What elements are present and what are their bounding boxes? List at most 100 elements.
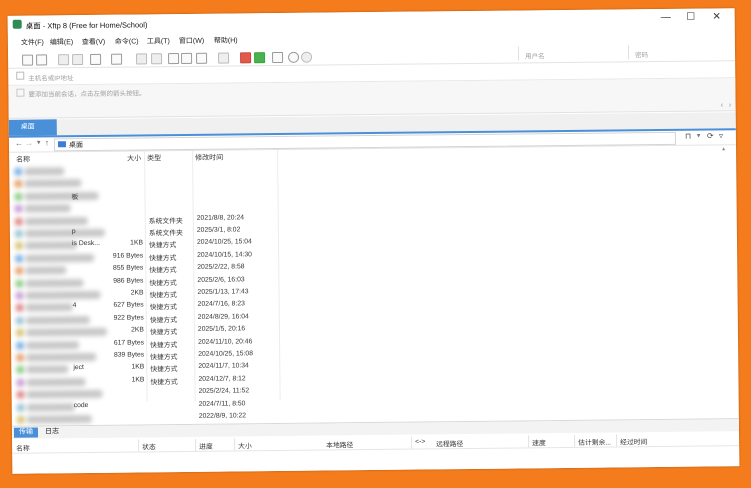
th-status[interactable]: 状态: [142, 441, 156, 451]
file-icon: [15, 279, 24, 288]
file-list: 板系统文件夹 2021/8/8, 20:24 p 系统文件夹 2025/3/1, 8:0…: [9, 163, 312, 426]
redacted-name: [26, 377, 86, 387]
file-size: 922 Bytes: [113, 314, 144, 322]
file-type: 快捷方式: [149, 267, 177, 275]
scroll-right-icon[interactable]: ›: [729, 100, 732, 109]
redacted-name: [25, 278, 84, 288]
back-icon[interactable]: ←: [15, 139, 23, 148]
forward-icon[interactable]: →: [25, 139, 33, 148]
header-divider: [411, 436, 413, 449]
paste-icon[interactable]: [181, 52, 193, 65]
file-icon: [16, 403, 25, 412]
menu-window[interactable]: 窗口(W): [179, 36, 204, 46]
tab-desktop-label: 桌面: [20, 123, 35, 131]
tab-desktop[interactable]: 桌面: [8, 119, 57, 136]
tab-log[interactable]: 日志: [40, 427, 64, 437]
file-modified: 2025/1/13, 17:43: [197, 288, 249, 296]
sync-icon[interactable]: ⟳: [707, 131, 714, 140]
xshell-icon[interactable]: [240, 52, 252, 64]
th-remote-path[interactable]: 远程路径: [436, 438, 463, 448]
view-mode-icon[interactable]: [196, 52, 208, 64]
settings-icon[interactable]: [272, 51, 284, 64]
disconnect-icon[interactable]: [72, 54, 84, 66]
info-icon[interactable]: [301, 51, 313, 63]
th-eta[interactable]: 估计剩余...: [578, 437, 611, 447]
file-icon: [16, 415, 25, 424]
menu-command[interactable]: 命令(C): [115, 36, 139, 46]
col-name[interactable]: 名称: [16, 155, 30, 165]
username-field[interactable]: 用户名: [517, 45, 630, 61]
xftp-icon[interactable]: [254, 52, 266, 64]
connect-icon[interactable]: [58, 54, 70, 66]
password-field[interactable]: 密码: [627, 44, 737, 60]
col-type[interactable]: 类型: [147, 153, 161, 163]
file-modified: 2024/7/16, 8:23: [197, 300, 245, 309]
help-icon[interactable]: [288, 51, 300, 63]
refresh-icon[interactable]: [136, 53, 148, 65]
bookmark-dropdown-icon[interactable]: ▾: [697, 132, 701, 140]
redacted-name: [24, 179, 82, 189]
file-icon: [14, 180, 23, 189]
redacted-name: [25, 327, 107, 337]
file-size: 916 Bytes: [112, 252, 144, 260]
open-folder-icon[interactable]: [36, 54, 48, 66]
menu-help[interactable]: 帮助(H): [214, 35, 238, 45]
redacted-name: [26, 340, 80, 350]
file-modified: 2024/10/15, 14:30: [197, 251, 252, 259]
file-type: 快捷方式: [149, 279, 177, 287]
new-tab-icon[interactable]: [90, 53, 102, 65]
file-size: 2KB: [131, 326, 144, 334]
th-speed[interactable]: 速度: [532, 437, 546, 447]
menu-view[interactable]: 查看(V): [82, 37, 105, 47]
file-icon: [15, 266, 24, 275]
redacted-name: [25, 315, 90, 325]
file-size: 1KB: [131, 376, 145, 384]
file-modified: 2024/10/25, 15:04: [196, 238, 252, 247]
col-modified[interactable]: 修改时间: [195, 153, 223, 163]
menu-tools[interactable]: 工具(T): [147, 36, 170, 46]
file-modified: 2024/11/10, 20:46: [198, 337, 253, 346]
file-modified: 2024/12/7, 8:12: [198, 375, 246, 383]
scroll-left-icon[interactable]: ‹: [721, 100, 724, 109]
th-progress[interactable]: 进度: [199, 441, 213, 451]
stop-icon[interactable]: [151, 53, 163, 65]
file-type: 系统文件夹: [148, 217, 183, 225]
file-size: 839 Bytes: [113, 351, 145, 359]
up-icon[interactable]: ↑: [45, 138, 49, 147]
th-size[interactable]: 大小: [238, 440, 252, 450]
file-icon: [16, 341, 25, 350]
new-session-icon[interactable]: [22, 54, 34, 66]
globe-icon[interactable]: [218, 52, 230, 64]
window-title: 桌面 - Xftp 8 (Free for Home/School): [25, 20, 148, 31]
file-size: 1KB: [131, 363, 145, 371]
history-dropdown-icon[interactable]: ▾: [37, 138, 41, 146]
minimize-button[interactable]: —: [655, 11, 677, 25]
header-divider: [138, 439, 140, 452]
file-modified: 2024/11/7, 10:34: [198, 362, 249, 371]
menu-file[interactable]: 文件(F): [21, 37, 44, 47]
close-button[interactable]: ✕: [706, 10, 728, 24]
file-name: code: [73, 401, 89, 409]
file-icon: [15, 328, 24, 337]
th-name[interactable]: 名称: [16, 443, 30, 453]
th-elapsed[interactable]: 经过时间: [620, 436, 647, 446]
scroll-up-icon[interactable]: ▴: [722, 145, 725, 152]
maximize-button[interactable]: ☐: [680, 11, 702, 25]
col-size[interactable]: 大小: [127, 153, 141, 163]
copy-icon[interactable]: [168, 53, 180, 65]
filter-icon[interactable]: ▿: [719, 131, 723, 140]
file-name: 4: [72, 302, 77, 310]
transfer-icon[interactable]: [111, 53, 123, 65]
file-size: 627 Bytes: [113, 301, 144, 310]
file-type: 快捷方式: [149, 254, 177, 263]
th-direction[interactable]: <->: [415, 438, 425, 445]
bookmark-icon[interactable]: ⊓: [685, 132, 691, 141]
tab-transfer[interactable]: 传输: [13, 427, 39, 438]
vertical-scrollbar[interactable]: ▴: [721, 145, 734, 417]
th-local-path[interactable]: 本地路径: [326, 439, 353, 449]
file-name: 板: [71, 193, 79, 201]
menu-edit[interactable]: 编辑(E): [50, 37, 73, 47]
host-input[interactable]: 主机名或IP地址: [28, 72, 73, 82]
redacted-name: [24, 167, 65, 176]
file-icon: [16, 366, 25, 375]
